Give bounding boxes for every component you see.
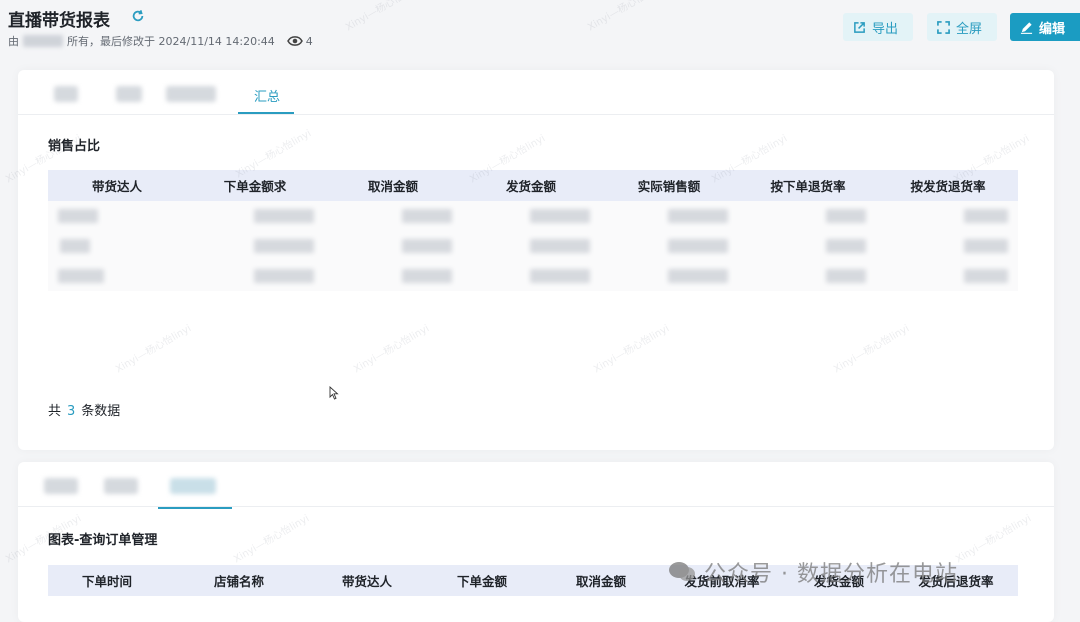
column-header[interactable]: 下单时间 [48, 565, 166, 596]
mouse-cursor-icon [329, 386, 339, 400]
view-count-value: 4 [305, 34, 313, 48]
active-tab-indicator [238, 112, 294, 114]
redacted-cell [668, 209, 728, 223]
redacted-cell [530, 239, 590, 253]
report-meta: 由 所有，最后修改于 2024/11/14 14:20:44 4 [8, 33, 313, 49]
table-row[interactable] [48, 231, 1018, 261]
tab-summary[interactable]: 汇总 [254, 86, 280, 105]
column-header[interactable]: 下单金额求 [186, 170, 324, 201]
redacted-cell [254, 269, 314, 283]
column-header[interactable]: 带货达人 [48, 170, 186, 201]
tab-redacted-2[interactable] [116, 86, 142, 102]
redacted-cell [254, 209, 314, 223]
meta-modified: 所有，最后修改于 2024/11/14 14:20:44 [67, 35, 275, 48]
redacted-cell [530, 209, 590, 223]
pencil-icon [1020, 21, 1033, 34]
summary-card: 汇总 销售占比 带货达人 下单金额求 取消金额 发货金额 实际销售额 按下单退货… [18, 70, 1054, 450]
refresh-icon[interactable] [131, 9, 145, 23]
redacted-cell [402, 209, 452, 223]
tab-redacted-2[interactable] [104, 478, 138, 494]
page-header: 直播带货报表 由 所有，最后修改于 2024/11/14 14:20:44 4 … [0, 0, 1080, 60]
fullscreen-label: 全屏 [956, 21, 983, 37]
redacted-cell [964, 209, 1008, 223]
redacted-cell [668, 269, 728, 283]
row-count-prefix: 共 [48, 404, 62, 419]
redacted-cell [826, 269, 866, 283]
export-icon [854, 21, 865, 33]
redacted-cell [402, 269, 452, 283]
redacted-cell [826, 239, 866, 253]
edit-label: 编辑 [1039, 21, 1066, 37]
meta-prefix: 由 [8, 35, 19, 48]
redacted-cell [254, 239, 314, 253]
order-card: 图表-查询订单管理 下单时间 店铺名称 带货达人 下单金额 取消金额 发货前取消… [18, 462, 1054, 622]
redacted-cell [964, 239, 1008, 253]
brand-text: 公众号 · 数据分析在电站 [704, 562, 958, 587]
redacted-cell [826, 209, 866, 223]
column-header[interactable]: 取消金额 [324, 170, 462, 201]
fullscreen-icon [937, 20, 950, 34]
tab-redacted-active[interactable] [170, 478, 216, 494]
table-row[interactable] [48, 201, 1018, 231]
page-title: 直播带货报表 [8, 11, 110, 31]
column-header[interactable]: 带货达人 [312, 565, 422, 596]
redacted-cell [58, 269, 104, 283]
view-count: 4 [286, 34, 313, 48]
column-header[interactable]: 取消金额 [542, 565, 660, 596]
redacted-cell [58, 209, 98, 223]
tab-redacted-3[interactable] [166, 86, 216, 102]
redacted-cell [668, 239, 728, 253]
tab-redacted-1[interactable] [44, 478, 78, 494]
export-button[interactable]: 导出 [843, 13, 913, 41]
redacted-cell [530, 269, 590, 283]
sales-ratio-table: 带货达人 下单金额求 取消金额 发货金额 实际销售额 按下单退货率 按发货退货率 [48, 170, 1018, 291]
tab-bar: 汇总 [18, 70, 1054, 115]
redacted-cell [60, 239, 90, 253]
tab-redacted-1[interactable] [54, 86, 78, 102]
row-count: 共 3 条数据 [48, 400, 120, 419]
table-row[interactable] [48, 261, 1018, 291]
tab-bar [18, 462, 1054, 509]
column-header[interactable]: 按发货退货率 [878, 170, 1018, 201]
brand-overlay: 公众号 · 数据分析在电站 [668, 556, 958, 588]
redacted-cell [402, 239, 452, 253]
export-label: 导出 [872, 21, 899, 37]
edit-button[interactable]: 编辑 [1010, 13, 1080, 41]
column-header[interactable]: 按下单退货率 [738, 170, 878, 201]
column-header[interactable]: 店铺名称 [166, 565, 312, 596]
row-count-suffix: 条数据 [81, 404, 121, 419]
owner-name-redacted [23, 35, 63, 47]
table-header-row: 带货达人 下单金额求 取消金额 发货金额 实际销售额 按下单退货率 按发货退货率 [48, 170, 1018, 201]
redacted-cell [964, 269, 1008, 283]
active-tab-indicator [158, 507, 232, 509]
column-header[interactable]: 下单金额 [422, 565, 542, 596]
fullscreen-button[interactable]: 全屏 [927, 13, 997, 41]
eye-icon [286, 36, 303, 46]
row-count-value: 3 [67, 404, 76, 419]
wechat-icon [669, 562, 695, 581]
